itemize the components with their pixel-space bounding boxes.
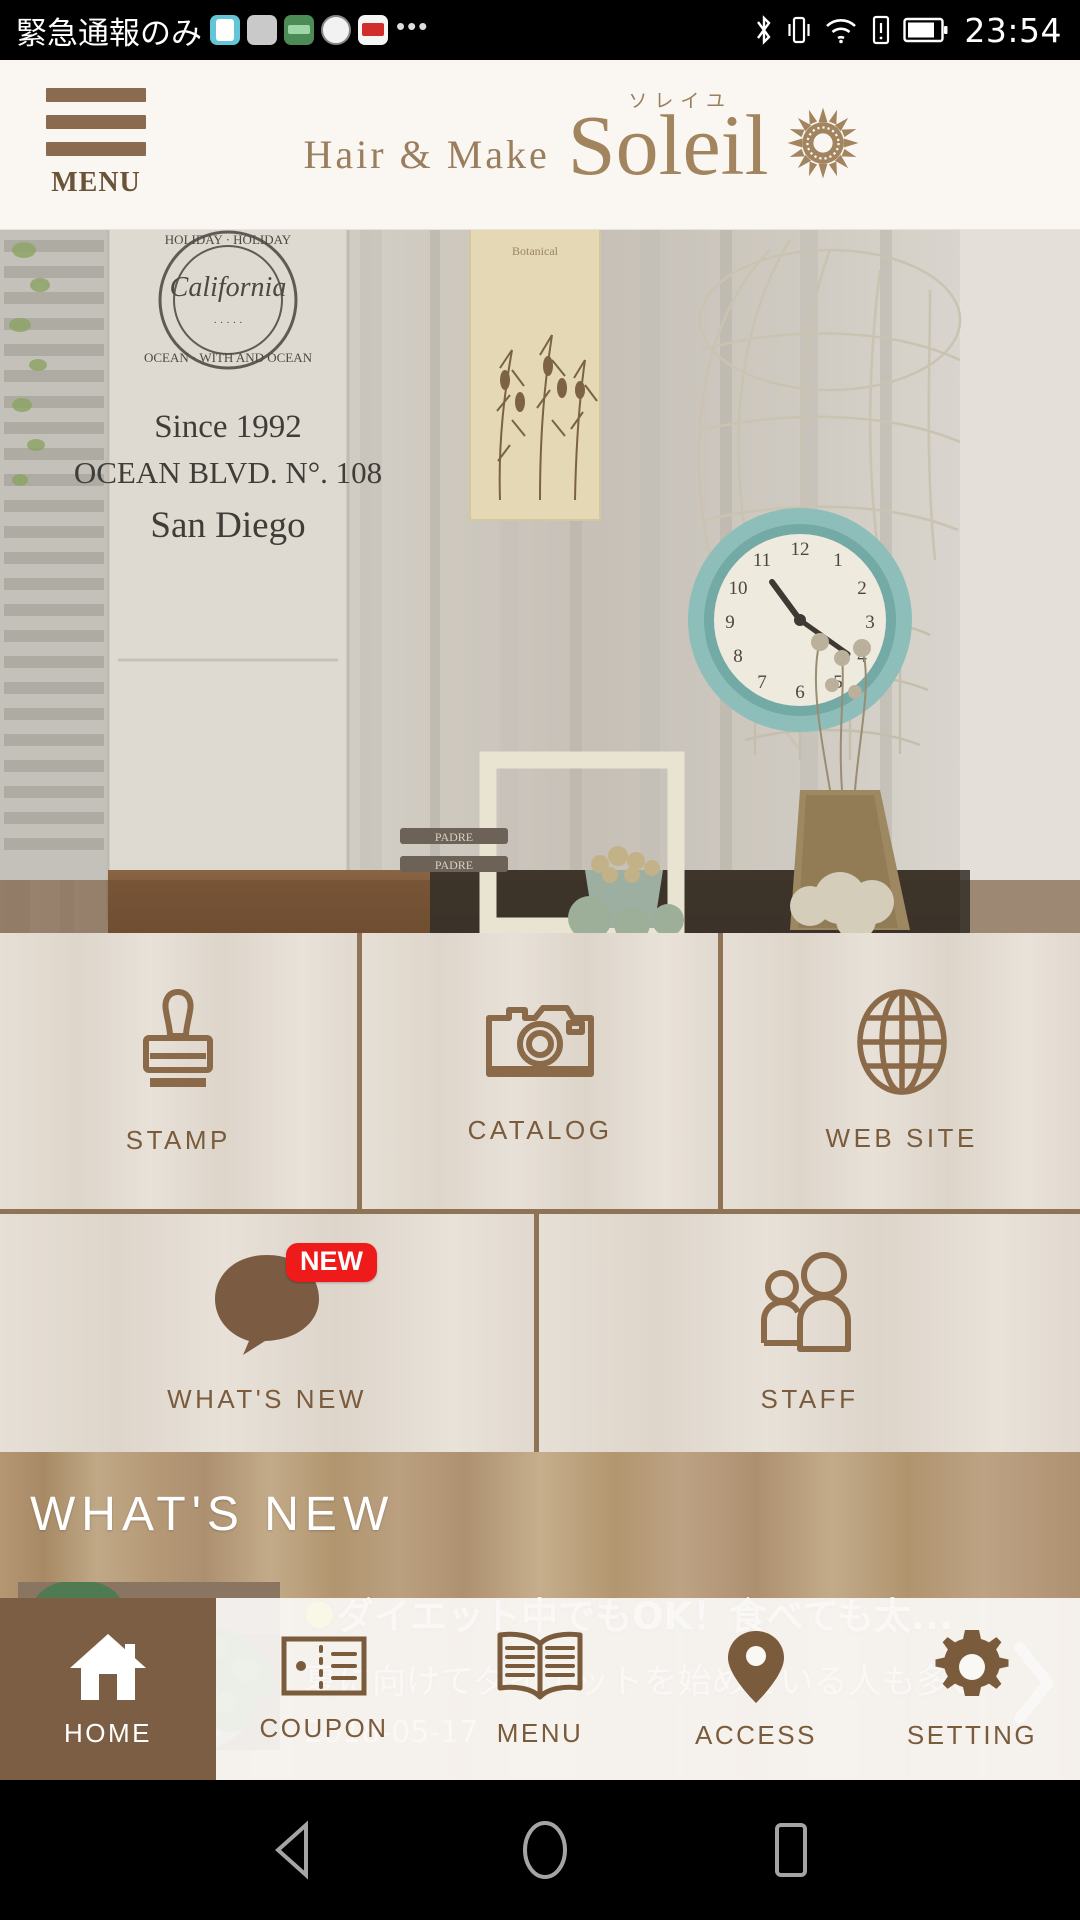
tile-website[interactable]: WEB SITE bbox=[723, 933, 1080, 1209]
camera-icon bbox=[485, 996, 595, 1093]
messaging-icon bbox=[210, 15, 240, 45]
hamburger-bar-1 bbox=[46, 88, 146, 102]
book-icon bbox=[497, 1631, 583, 1699]
tile-label-staff: STAFF bbox=[760, 1384, 859, 1414]
hero-image[interactable]: California · · · · · HOLIDAY · HOLIDAY O… bbox=[0, 230, 1080, 933]
clock-label: 23:54 bbox=[964, 10, 1062, 50]
sun-icon bbox=[787, 107, 859, 179]
status-bar-left: 緊急通報のみ ••• bbox=[16, 8, 429, 53]
people-icon bbox=[756, 1251, 864, 1362]
hamburger-bar-2 bbox=[46, 115, 146, 129]
stamp-icon bbox=[132, 986, 224, 1103]
globe-icon bbox=[852, 988, 952, 1101]
app-icon-gray bbox=[247, 15, 277, 45]
hamburger-bar-3 bbox=[46, 142, 146, 156]
app-icon-green bbox=[284, 15, 314, 45]
nav-item-access[interactable]: ACCESS bbox=[648, 1598, 864, 1780]
tile-label-website: WEB SITE bbox=[825, 1123, 978, 1153]
menu-button-label: MENU bbox=[51, 167, 141, 198]
map-pin-icon bbox=[728, 1630, 784, 1703]
tile-whats-new[interactable]: NEW WHAT'S NEW bbox=[0, 1214, 534, 1452]
nav-label-menu: MENU bbox=[496, 1717, 584, 1748]
nav-label-home: HOME bbox=[64, 1717, 152, 1748]
logo-prefix-text: Hair & Make bbox=[303, 132, 550, 177]
status-app-icons bbox=[210, 15, 388, 45]
nav-label-coupon: COUPON bbox=[259, 1712, 389, 1743]
tile-label-stamp: STAMP bbox=[125, 1125, 231, 1155]
android-navigation-bar bbox=[0, 1780, 1080, 1920]
status-overflow-icon: ••• bbox=[396, 11, 430, 41]
tile-catalog[interactable]: CATALOG bbox=[361, 933, 719, 1209]
battery-icon bbox=[903, 17, 948, 43]
gear-icon bbox=[935, 1629, 1009, 1696]
feature-grid-row-1: STAMP CATALOG WEB SITE bbox=[0, 933, 1080, 1209]
app-icon-seal bbox=[321, 15, 351, 45]
back-triangle-icon[interactable] bbox=[266, 1820, 322, 1880]
tile-staff[interactable]: STAFF bbox=[539, 1214, 1080, 1452]
sim-alert-icon bbox=[873, 15, 890, 45]
phone-screen: 緊急通報のみ ••• 23:54 MENU Hair & Make ソレイユ S… bbox=[0, 0, 1080, 1920]
app-icon-red bbox=[358, 15, 388, 45]
nav-item-home[interactable]: HOME bbox=[0, 1598, 216, 1780]
ticket-icon bbox=[281, 1636, 367, 1695]
recents-square-icon[interactable] bbox=[768, 1819, 814, 1881]
vibrate-icon bbox=[788, 16, 810, 44]
bottom-navigation: HOME COUPON MENU ACCESS SETTING bbox=[0, 1598, 1080, 1780]
nav-label-access: ACCESS bbox=[695, 1719, 817, 1750]
speech-bubble-icon: NEW bbox=[209, 1243, 377, 1362]
home-icon bbox=[70, 1633, 146, 1700]
feature-grid: STAMP CATALOG WEB SITE NEW WHAT'S NEW ST… bbox=[0, 933, 1080, 1452]
menu-button[interactable]: MENU bbox=[42, 88, 150, 199]
feature-grid-row-2: NEW WHAT'S NEW STAFF bbox=[0, 1214, 1080, 1452]
nav-item-setting[interactable]: SETTING bbox=[864, 1598, 1080, 1780]
tile-stamp[interactable]: STAMP bbox=[0, 933, 357, 1209]
nav-item-coupon[interactable]: COUPON bbox=[216, 1598, 432, 1780]
app-header: MENU Hair & Make ソレイユ Soleil bbox=[0, 60, 1080, 230]
wifi-icon bbox=[826, 19, 857, 44]
status-bar: 緊急通報のみ ••• 23:54 bbox=[0, 0, 1080, 60]
status-bar-right: 23:54 bbox=[753, 11, 1062, 50]
tile-label-whats-new: WHAT'S NEW bbox=[167, 1384, 367, 1414]
nav-label-setting: SETTING bbox=[906, 1719, 1038, 1750]
whats-new-title: WHAT'S NEW bbox=[30, 1488, 395, 1541]
logo-ruby-text: ソレイユ bbox=[628, 90, 732, 112]
tile-label-catalog: CATALOG bbox=[467, 1115, 613, 1145]
carrier-label: 緊急通報のみ bbox=[16, 15, 202, 52]
bluetooth-icon bbox=[757, 15, 771, 45]
home-circle-icon[interactable] bbox=[518, 1819, 572, 1881]
new-badge: NEW bbox=[286, 1243, 377, 1282]
nav-item-menu[interactable]: MENU bbox=[432, 1598, 648, 1780]
logo-name-text: Soleil bbox=[567, 97, 769, 193]
brand-logo: Hair & Make ソレイユ Soleil bbox=[0, 60, 1080, 230]
